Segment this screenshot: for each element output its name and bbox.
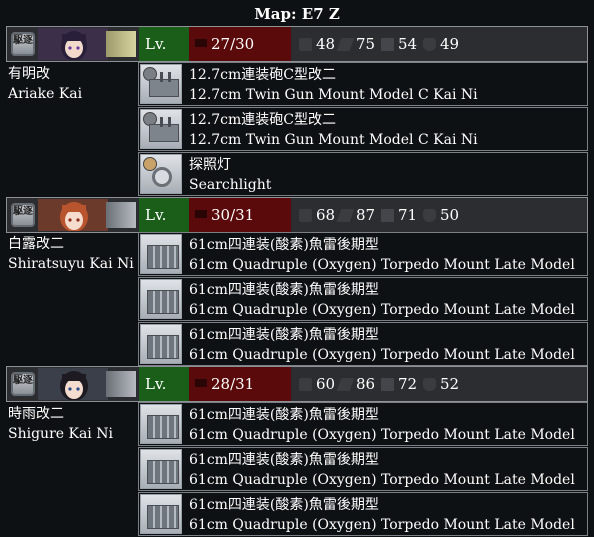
equipment-name-en: 61cm Quadruple (Oxygen) Torpedo Mount La… xyxy=(189,347,575,363)
twin-gun-icon xyxy=(140,64,182,104)
ship-banner: 駆逐 xyxy=(8,199,138,231)
hp-cell: 27/30 xyxy=(189,27,291,61)
torpedo-icon xyxy=(140,449,182,489)
hp-icon xyxy=(195,379,207,387)
twin-gun-icon xyxy=(140,109,182,149)
ship-name-jp: 時雨改二 xyxy=(8,406,64,422)
level-cell: Lv. 79 xyxy=(139,367,189,427)
torpedo-icon xyxy=(140,404,182,444)
ship-banner: 駆逐 xyxy=(8,368,138,400)
hp-value: 28/31 xyxy=(211,375,255,393)
ship-entry: 駆逐 Lv. 79 28/31 60 86 72 52 時雨改二 Shigure… xyxy=(6,366,588,537)
equipment-name-jp: 12.7cm連装砲C型改二 xyxy=(189,112,336,128)
torpedo-stat: 75 xyxy=(336,27,375,61)
equipment-row: 探照灯 Searchlight xyxy=(138,152,588,196)
equipment-row: 61cm四連装(酸素)魚雷後期型 61cm Quadruple (Oxygen) … xyxy=(138,232,588,276)
ship-name-en: Ariake Kai xyxy=(8,86,83,102)
torpedo-stat: 87 xyxy=(336,198,375,232)
ship-header: 駆逐 Lv. 79 30/31 68 87 71 50 xyxy=(6,197,588,258)
equipment-row: 12.7cm連装砲C型改二 12.7cm Twin Gun Mount Model… xyxy=(138,107,588,151)
hp-icon xyxy=(195,39,207,47)
equipment-row: 61cm四連装(酸素)魚雷後期型 61cm Quadruple (Oxygen) … xyxy=(138,322,588,366)
equipment-name-en: 61cm Quadruple (Oxygen) Torpedo Mount La… xyxy=(189,472,575,488)
firepower-icon xyxy=(299,378,312,391)
equipment-row: 61cm四連装(酸素)魚雷後期型 61cm Quadruple (Oxygen) … xyxy=(138,402,588,446)
equipment-name-jp: 61cm四連装(酸素)魚雷後期型 xyxy=(189,407,379,423)
ship-banner: 駆逐 xyxy=(8,28,138,60)
ship-name-en: Shiratsuyu Kai Ni xyxy=(8,256,134,272)
armor-stat: 52 xyxy=(423,367,459,401)
torpedo-icon xyxy=(336,378,355,391)
equipment-row: 12.7cm連装砲C型改二 12.7cm Twin Gun Mount Model… xyxy=(138,62,588,106)
map-title: Map: E7 Z xyxy=(254,5,340,23)
ship-name: 有明改 Ariake Kai xyxy=(6,64,140,104)
searchlight-icon xyxy=(140,154,182,194)
ship-type-badge: 駆逐 xyxy=(11,203,35,227)
torpedo-icon xyxy=(140,324,182,364)
armor-icon xyxy=(423,209,436,222)
ship-name: 白露改二 Shiratsuyu Kai Ni xyxy=(6,234,140,274)
equipment-name-en: 61cm Quadruple (Oxygen) Torpedo Mount La… xyxy=(189,517,575,533)
ship-entry: 駆逐 Lv. 79 30/31 68 87 71 50 白露改二 Shirats… xyxy=(6,197,588,369)
hp-cell: 30/31 xyxy=(189,198,291,232)
torpedo-icon xyxy=(140,279,182,319)
equipment-name-jp: 61cm四連装(酸素)魚雷後期型 xyxy=(189,452,379,468)
equipment-row: 61cm四連装(酸素)魚雷後期型 61cm Quadruple (Oxygen) … xyxy=(138,492,588,536)
level-cell: Lv. 71 xyxy=(139,27,189,87)
equipment-name-jp: 61cm四連装(酸素)魚雷後期型 xyxy=(189,282,379,298)
ship-type-badge: 駆逐 xyxy=(11,32,35,56)
armor-stat: 50 xyxy=(423,198,459,232)
antiair-stat: 71 xyxy=(381,198,417,232)
armor-icon xyxy=(423,378,436,391)
torpedo-icon xyxy=(140,234,182,274)
hp-value: 30/31 xyxy=(211,206,255,224)
antiair-stat: 54 xyxy=(381,27,417,61)
torpedo-icon xyxy=(336,209,355,222)
firepower-stat: 48 xyxy=(299,27,335,61)
equipment-name-jp: 61cm四連装(酸素)魚雷後期型 xyxy=(189,327,379,343)
equipment-name-en: 12.7cm Twin Gun Mount Model C Kai Ni xyxy=(189,87,478,103)
ship-portrait xyxy=(38,368,108,400)
antiair-icon xyxy=(381,209,394,222)
equipment-name-jp: 探照灯 xyxy=(189,157,231,173)
firepower-stat: 60 xyxy=(299,367,335,401)
firepower-stat: 68 xyxy=(299,198,335,232)
equipment-name-jp: 12.7cm連装砲C型改二 xyxy=(189,67,336,83)
ship-portrait xyxy=(38,28,108,60)
equipment-name-en: Searchlight xyxy=(189,177,272,193)
equipment-name-en: 61cm Quadruple (Oxygen) Torpedo Mount La… xyxy=(189,257,575,273)
firepower-icon xyxy=(299,38,312,51)
ship-type-badge: 駆逐 xyxy=(11,372,35,396)
equipment-name-en: 61cm Quadruple (Oxygen) Torpedo Mount La… xyxy=(189,302,575,318)
ship-name-en: Shigure Kai Ni xyxy=(8,426,113,442)
ship-entry: 駆逐 Lv. 71 27/30 48 75 54 49 有明改 Ariake K… xyxy=(6,26,588,198)
torpedo-icon xyxy=(336,38,355,51)
firepower-icon xyxy=(299,209,312,222)
equipment-row: 61cm四連装(酸素)魚雷後期型 61cm Quadruple (Oxygen) … xyxy=(138,447,588,491)
equipment-row: 61cm四連装(酸素)魚雷後期型 61cm Quadruple (Oxygen) … xyxy=(138,277,588,321)
ship-header: 駆逐 Lv. 79 28/31 60 86 72 52 xyxy=(6,366,588,427)
ship-name: 時雨改二 Shigure Kai Ni xyxy=(6,404,140,444)
ship-name-jp: 白露改二 xyxy=(8,236,64,252)
antiair-icon xyxy=(381,38,394,51)
hp-value: 27/30 xyxy=(211,35,255,53)
armor-stat: 49 xyxy=(423,27,459,61)
equipment-name-jp: 61cm四連装(酸素)魚雷後期型 xyxy=(189,497,379,513)
hp-cell: 28/31 xyxy=(189,367,291,401)
hp-icon xyxy=(195,210,207,218)
ship-portrait xyxy=(38,199,108,231)
antiair-stat: 72 xyxy=(381,367,417,401)
torpedo-icon xyxy=(140,494,182,534)
level-cell: Lv. 79 xyxy=(139,198,189,258)
equipment-name-en: 61cm Quadruple (Oxygen) Torpedo Mount La… xyxy=(189,427,575,443)
antiair-icon xyxy=(381,378,394,391)
armor-icon xyxy=(423,38,436,51)
equipment-name-jp: 61cm四連装(酸素)魚雷後期型 xyxy=(189,237,379,253)
ship-name-jp: 有明改 xyxy=(8,66,50,82)
equipment-name-en: 12.7cm Twin Gun Mount Model C Kai Ni xyxy=(189,132,478,148)
ship-header: 駆逐 Lv. 71 27/30 48 75 54 49 xyxy=(6,26,588,87)
torpedo-stat: 86 xyxy=(336,367,375,401)
